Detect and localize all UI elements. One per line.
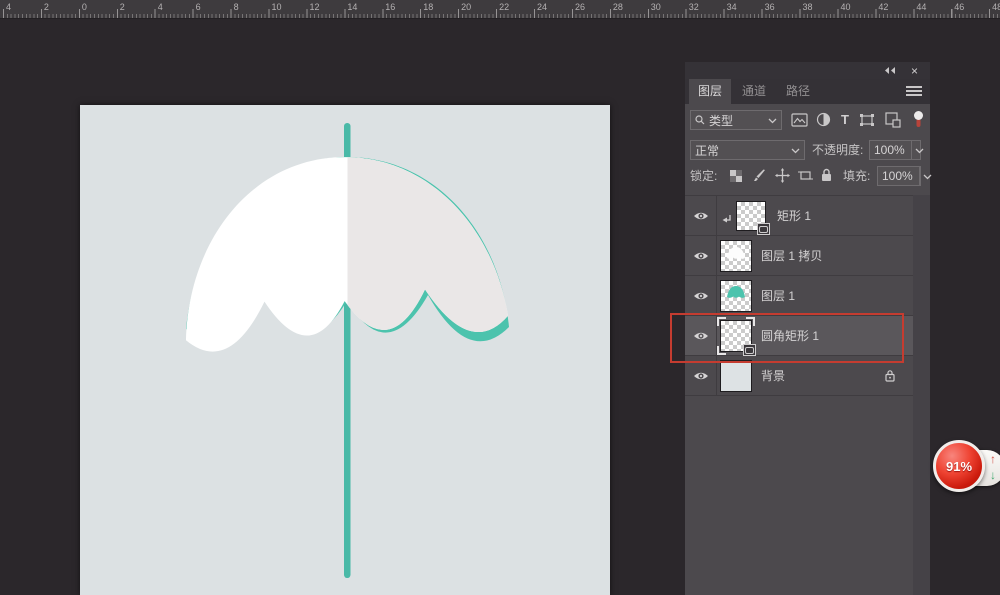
lock-label: 锁定: [690,166,717,186]
layer-name[interactable]: 圆角矩形 1 [761,316,819,355]
visibility-toggle[interactable] [685,356,717,395]
panel-menu-icon[interactable] [906,84,922,98]
white-umbrella-thumb [721,241,751,271]
layer-thumbnail[interactable] [736,201,766,231]
download-arrow-icon[interactable]: ↓ [990,469,996,481]
visibility-toggle[interactable] [685,316,717,355]
layer-name-text: 图层 1 [761,287,795,304]
layer-row-layer-1[interactable]: 图层 1 [685,276,913,316]
filter-smart-objects-icon[interactable] [885,112,901,128]
eye-icon [693,251,709,261]
lock-artboard-icon[interactable] [798,169,813,182]
tab-channels-label: 通道 [742,84,766,98]
layer-thumbnail[interactable] [720,360,752,392]
lock-position-icon[interactable] [775,168,790,183]
blend-mode-select[interactable]: 正常 [690,140,805,160]
tab-paths-label: 路径 [786,84,810,98]
progress-badge[interactable]: 91% [933,440,985,492]
visibility-toggle[interactable] [685,236,717,275]
fill-value: 100% [882,169,913,183]
layer-list: 矩形 1 图层 1 拷贝 图层 1 [685,195,913,396]
eye-icon [693,331,709,341]
photoshop-window: 4202468101214161820222426283032343638404… [0,0,1000,595]
lock-transparency-icon[interactable] [730,170,742,182]
lock-all-icon[interactable] [821,168,832,182]
chevron-down-icon [791,147,800,154]
opacity-input[interactable]: 100% [869,140,921,160]
umbrella-artwork [80,105,610,595]
fill-label: 填充: [843,166,870,186]
close-panel-icon[interactable]: × [911,65,918,77]
layer-row-rounded-rectangle-1[interactable]: 圆角矩形 1 [685,316,913,356]
layer-name-text: 圆角矩形 1 [761,327,819,344]
layer-thumbnail[interactable] [720,240,752,272]
selection-bracket [717,317,726,326]
layer-thumbnail[interactable] [720,320,752,352]
layer-row-background[interactable]: 背景 [685,356,913,396]
filter-kind-select[interactable]: 类型 [690,110,782,130]
layer-name-text: 图层 1 拷贝 [761,247,822,264]
filter-adjustment-layers-icon[interactable] [816,112,831,127]
blend-row: 正常 不透明度: 100% [685,140,930,162]
filter-shape-layers-icon[interactable] [859,113,875,127]
transfer-progress-widget[interactable]: ↑ ↓ 91% [933,440,1000,495]
layer-row-rectangle-1[interactable]: 矩形 1 [685,196,913,236]
chevron-down-icon [915,147,924,154]
layer-thumbnail[interactable] [720,280,752,312]
clipping-mask-icon [722,214,732,225]
lock-image-brush-icon[interactable] [753,169,767,183]
upload-arrow-icon[interactable]: ↑ [990,453,996,465]
chevron-down-icon [923,173,932,180]
collapse-panel-icon[interactable] [884,66,897,75]
layer-row-layer-1-copy[interactable]: 图层 1 拷贝 [685,236,913,276]
search-icon [695,115,705,125]
visibility-toggle[interactable] [685,276,717,315]
document-canvas[interactable] [80,105,610,595]
selection-bracket [717,346,726,355]
filter-row: 类型 T [685,110,930,134]
layer-lock-icon [885,369,895,382]
filter-toggle-icon[interactable] [913,110,924,130]
lock-row: 锁定: 填充: 100% [685,166,930,188]
horizontal-ruler: 4202468101214161820222426283032343638404… [0,0,1000,19]
eye-icon [693,371,709,381]
layers-panel: × 图层 通道 路径 类型 T [685,62,930,595]
layer-name[interactable]: 背景 [761,356,785,395]
filter-type-layers-icon[interactable]: T [841,112,849,127]
tab-layers[interactable]: 图层 [689,79,731,104]
chevron-down-icon [768,117,777,124]
layer-list-gutter [913,195,930,595]
layer-name[interactable]: 图层 1 [761,276,795,315]
opacity-value: 100% [874,143,905,157]
fill-input[interactable]: 100% [877,166,921,186]
visibility-toggle[interactable] [685,196,717,235]
layer-name[interactable]: 矩形 1 [777,196,811,235]
selection-bracket [746,317,755,326]
filter-pixel-layers-icon[interactable] [791,113,808,127]
layer-name-text: 背景 [761,367,785,384]
layer-name[interactable]: 图层 1 拷贝 [761,236,822,275]
opacity-label: 不透明度: [812,140,863,160]
vector-mask-badge-icon [743,344,756,356]
filter-kind-value: 类型 [709,112,764,129]
panel-tabstrip: 图层 通道 路径 [685,79,930,104]
vector-mask-badge-icon [757,223,770,235]
layer-name-text: 矩形 1 [777,207,811,224]
eye-icon [693,291,709,301]
teal-umbrella-thumb [721,281,751,311]
blend-mode-value: 正常 [695,142,787,159]
progress-percent: 91% [946,459,972,474]
panel-titlebar: × [685,62,930,79]
tab-layers-label: 图层 [698,84,722,98]
tab-paths[interactable]: 路径 [777,79,819,104]
tab-channels[interactable]: 通道 [733,79,775,104]
eye-icon [693,211,709,221]
